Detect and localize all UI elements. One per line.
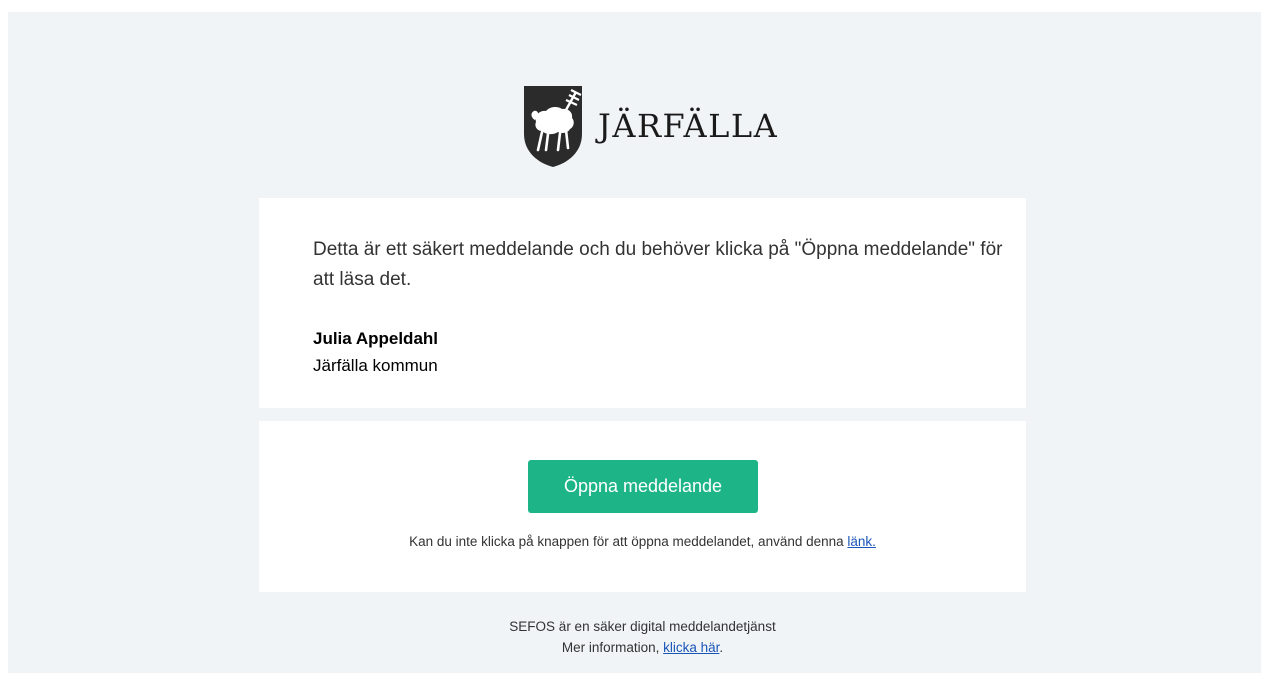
jarfalla-coat-of-arms-icon xyxy=(522,84,584,168)
footer-info-suffix: . xyxy=(719,640,724,655)
footer-service-text: SEFOS är en säker digital meddelandetjän… xyxy=(509,619,776,634)
footer-info: Mer information, klicka här. xyxy=(259,640,1026,655)
fallback-text: Kan du inte klicka på knappen för att öp… xyxy=(259,534,1026,549)
footer-info-prefix: Mer information, xyxy=(561,640,664,655)
header-logo: JÄRFÄLLA xyxy=(522,84,778,168)
sender-name: Julia Appeldahl xyxy=(313,329,439,348)
email-background: JÄRFÄLLA Detta är ett säkert meddelande … xyxy=(8,12,1261,673)
fallback-link[interactable]: länk. xyxy=(847,534,876,549)
action-card: Öppna meddelande Kan du inte klicka på k… xyxy=(259,421,1026,592)
message-text: Detta är ett säkert meddelande och du be… xyxy=(313,239,1003,290)
message-card: Detta är ett säkert meddelande och du be… xyxy=(259,198,1026,408)
sender-organization: Järfälla kommun xyxy=(313,356,438,375)
open-message-button[interactable]: Öppna meddelande xyxy=(528,460,758,513)
fallback-prefix: Kan du inte klicka på knappen för att öp… xyxy=(409,534,848,549)
footer-info-link[interactable]: klicka här xyxy=(663,640,719,655)
logo-wordmark: JÄRFÄLLA xyxy=(598,107,779,145)
